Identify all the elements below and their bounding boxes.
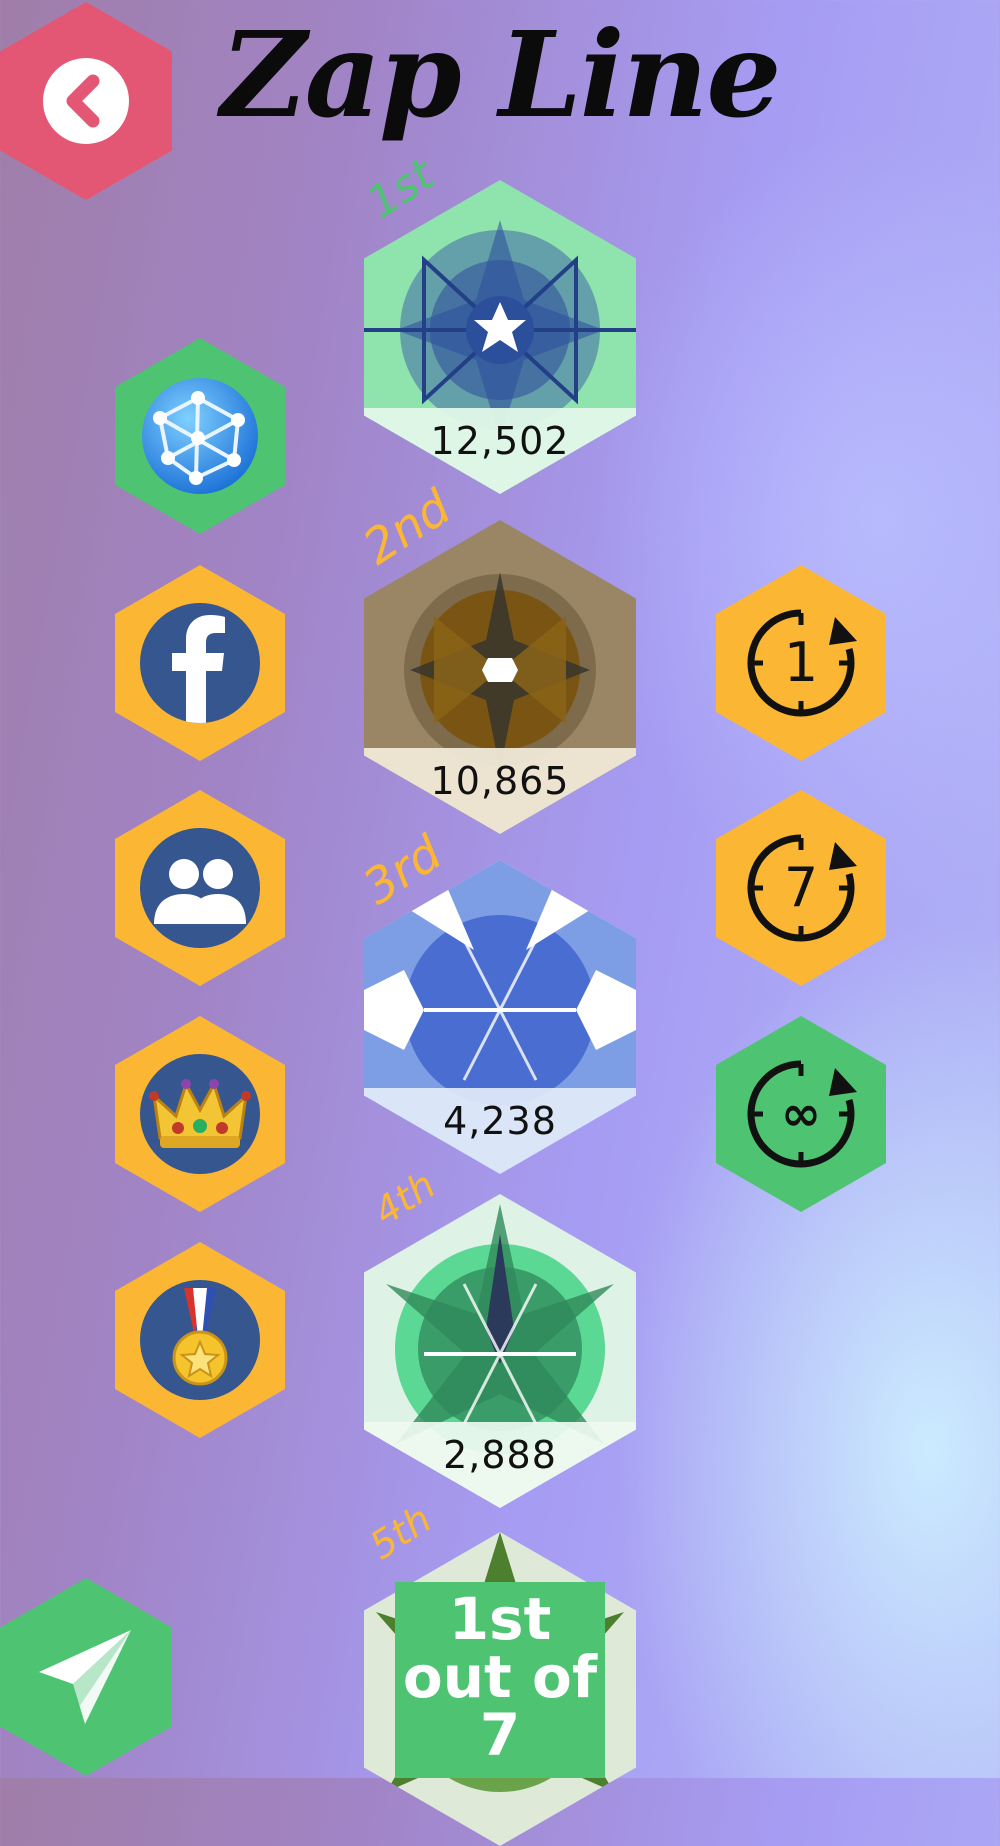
- player-rank-result: 1st out of 7: [395, 1582, 605, 1778]
- scope-top-players-button[interactable]: [115, 1016, 285, 1212]
- result-rank: 1st: [448, 1585, 552, 1653]
- board-thumbnail[interactable]: 2,888: [364, 1194, 636, 1508]
- board-score: 4,238: [364, 1088, 636, 1174]
- board-thumbnail[interactable]: 10,865: [364, 520, 636, 834]
- result-out-of: out of: [402, 1643, 598, 1711]
- result-total: 7: [479, 1701, 521, 1769]
- period-label: 7: [784, 856, 818, 919]
- seven-day-timer-icon: 7: [747, 834, 857, 942]
- period-all-time-button[interactable]: ∞: [716, 1016, 886, 1212]
- friends-icon: [140, 828, 260, 948]
- scope-friends-button[interactable]: [115, 790, 285, 986]
- leaderboard-entry: 12,502 1st: [358, 149, 636, 496]
- facebook-icon: [140, 603, 260, 723]
- app-title: Zap Line: [220, 5, 782, 144]
- globe-network-icon: [142, 378, 258, 494]
- all-time-timer-icon: ∞: [747, 1060, 857, 1168]
- scope-global-button[interactable]: [115, 338, 285, 534]
- board-score: 2,888: [364, 1422, 636, 1508]
- board-score: 12,502: [364, 408, 636, 494]
- leaderboard-entry: 2,888 4th: [364, 1163, 636, 1514]
- board-thumbnail[interactable]: 12,502: [364, 180, 636, 494]
- share-button[interactable]: [0, 1578, 172, 1776]
- period-label: ∞: [781, 1086, 821, 1142]
- chevron-left-icon: [43, 58, 129, 144]
- rank-label: 1st: [358, 149, 444, 229]
- leaderboard-entry: 10,865 2nd: [354, 479, 636, 836]
- scope-achievements-button[interactable]: [115, 1242, 285, 1438]
- board-score: 10,865: [364, 748, 636, 834]
- period-daily-button[interactable]: 1: [716, 565, 886, 761]
- board-thumbnail[interactable]: 4,238: [364, 860, 636, 1174]
- scope-facebook-button[interactable]: [115, 565, 285, 761]
- period-label: 1: [784, 631, 818, 694]
- period-weekly-button[interactable]: 7: [716, 790, 886, 986]
- medal-icon: [140, 1280, 260, 1400]
- paper-plane-icon: [39, 1630, 131, 1724]
- back-button[interactable]: [0, 2, 172, 200]
- leaderboard-entry: 4,238 3rd: [354, 825, 636, 1176]
- crown-icon: [140, 1054, 260, 1174]
- one-day-timer-icon: 1: [747, 609, 857, 717]
